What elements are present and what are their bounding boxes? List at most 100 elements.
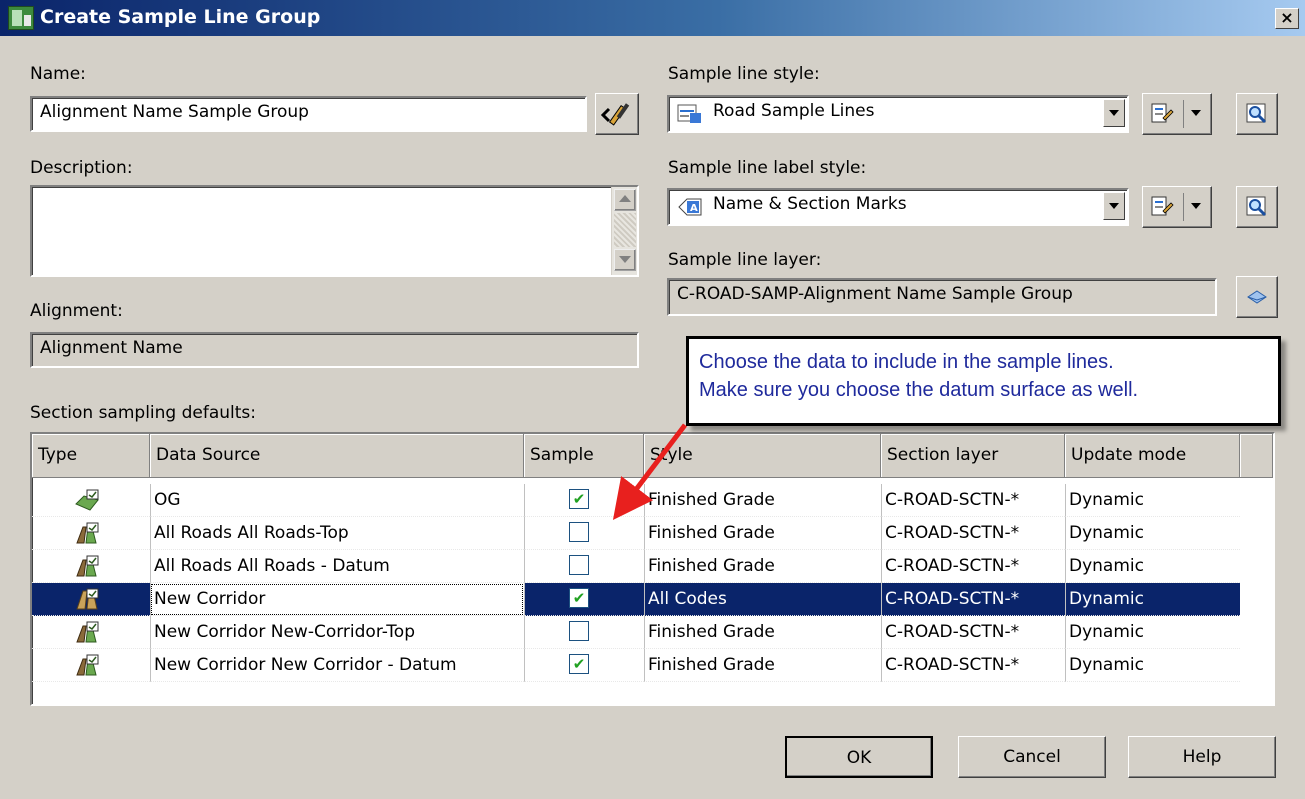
window-title: Create Sample Line Group	[40, 6, 321, 28]
sample-line-label-style-value: Name & Section Marks	[713, 194, 907, 214]
sampling-defaults-label: Section sampling defaults:	[30, 403, 257, 423]
cell-style[interactable]: All Codes	[644, 583, 881, 616]
cell-type	[32, 649, 150, 682]
sample-checkbox[interactable]: ✔	[569, 489, 589, 509]
annotation-callout: Choose the data to include in the sample…	[686, 336, 1281, 426]
table-row[interactable]: New Corridor ✔ All Codes C-ROAD-SCTN-* Dynam…	[32, 583, 1242, 616]
sample-line-style-preview-button[interactable]	[1236, 93, 1278, 135]
scroll-up-button[interactable]	[614, 189, 636, 211]
sample-line-label-style-preview-button[interactable]	[1236, 186, 1278, 228]
cell-layer[interactable]: C-ROAD-SCTN-*	[881, 550, 1065, 583]
split-divider	[1183, 193, 1184, 221]
column-header-data-source[interactable]: Data Source	[150, 434, 524, 478]
cell-source[interactable]: All Roads All Roads - Datum	[150, 550, 524, 583]
cell-style[interactable]: Finished Grade	[644, 550, 881, 583]
scroll-track[interactable]	[614, 213, 636, 247]
help-button[interactable]: Help	[1128, 736, 1276, 778]
sample-line-style-edit-button[interactable]	[1142, 93, 1212, 135]
magnifier-icon	[1246, 196, 1267, 217]
label-style-icon: A	[678, 198, 702, 216]
cell-sample[interactable]: ✔	[524, 649, 644, 682]
sample-checkbox[interactable]	[569, 555, 589, 575]
cell-source[interactable]: New Corridor New-Corridor-Top	[150, 616, 524, 649]
down-arrow-icon	[619, 256, 631, 263]
surface-icon	[75, 489, 99, 511]
cell-mode[interactable]: Dynamic	[1065, 616, 1240, 649]
description-field[interactable]	[30, 185, 639, 277]
cell-type	[32, 550, 150, 583]
app-icon	[8, 6, 34, 30]
chevron-down-icon	[1191, 106, 1201, 116]
sample-checkbox[interactable]	[569, 522, 589, 542]
style-edit-icon	[1151, 103, 1174, 123]
cell-layer[interactable]: C-ROAD-SCTN-*	[881, 649, 1065, 682]
cell-mode[interactable]: Dynamic	[1065, 484, 1240, 517]
sample-checkbox[interactable]: ✔	[569, 654, 589, 674]
sample-line-label-style-label: Sample line label style:	[668, 158, 867, 178]
alignment-label: Alignment:	[30, 301, 123, 321]
cell-sample[interactable]: ✔	[524, 583, 644, 616]
column-header-update-mode[interactable]: Update mode	[1065, 434, 1240, 478]
cell-source[interactable]: All Roads All Roads-Top	[150, 517, 524, 550]
chevron-down-icon	[1191, 199, 1201, 209]
cell-type	[32, 484, 150, 517]
callout-arrow	[612, 423, 687, 520]
cancel-button[interactable]: Cancel	[958, 736, 1106, 778]
corridor-surface-icon	[76, 621, 99, 643]
alignment-field: Alignment Name	[30, 332, 639, 368]
close-button[interactable]: ×	[1275, 8, 1299, 29]
svg-text:A: A	[690, 203, 698, 214]
name-template-button[interactable]	[595, 93, 639, 135]
table-row[interactable]: All Roads All Roads - Datum Finished Grad…	[32, 550, 1242, 583]
style-edit-icon	[1151, 196, 1174, 216]
sample-line-label-style-dropdown[interactable]: A Name & Section Marks	[667, 188, 1129, 226]
table-row[interactable]: New Corridor New-Corridor-Top Finished Gr…	[32, 616, 1242, 649]
title-bar[interactable]: Create Sample Line Group ×	[0, 0, 1305, 36]
sample-line-label-style-edit-button[interactable]	[1142, 186, 1212, 228]
cell-style[interactable]: Finished Grade	[644, 649, 881, 682]
cell-style[interactable]: Finished Grade	[644, 616, 881, 649]
name-field[interactable]: Alignment Name Sample Group	[30, 96, 587, 132]
sample-line-label-style-arrow[interactable]	[1103, 192, 1125, 220]
cell-type	[32, 616, 150, 649]
cell-layer[interactable]: C-ROAD-SCTN-*	[881, 484, 1065, 517]
cell-sample[interactable]	[524, 550, 644, 583]
sample-line-layer-field: C-ROAD-SAMP-Alignment Name Sample Group	[667, 278, 1217, 316]
sample-checkbox[interactable]: ✔	[569, 588, 589, 608]
cell-source[interactable]: OG	[150, 484, 524, 517]
pencil-icon	[600, 103, 630, 126]
split-divider	[1183, 100, 1184, 128]
cell-layer[interactable]: C-ROAD-SCTN-*	[881, 616, 1065, 649]
column-header-extra	[1240, 434, 1273, 478]
magnifier-icon	[1246, 103, 1267, 124]
corridor-icon	[76, 588, 99, 610]
cell-source[interactable]: New Corridor	[150, 583, 524, 616]
name-label: Name:	[30, 64, 86, 84]
sample-line-style-arrow[interactable]	[1103, 99, 1125, 127]
cell-layer[interactable]: C-ROAD-SCTN-*	[881, 517, 1065, 550]
cell-sample[interactable]	[524, 616, 644, 649]
cell-mode[interactable]: Dynamic	[1065, 550, 1240, 583]
sample-line-style-dropdown[interactable]: Road Sample Lines	[667, 95, 1129, 133]
sample-checkbox[interactable]	[569, 621, 589, 641]
column-header-section-layer[interactable]: Section layer	[881, 434, 1065, 478]
column-header-type[interactable]: Type	[32, 434, 150, 478]
table-row[interactable]: New Corridor New Corridor - Datum ✔ Finish…	[32, 649, 1242, 682]
cell-mode[interactable]: Dynamic	[1065, 583, 1240, 616]
cell-type	[32, 583, 150, 616]
cell-mode[interactable]: Dynamic	[1065, 517, 1240, 550]
chevron-down-icon	[1109, 203, 1119, 209]
description-scrollbar[interactable]	[611, 187, 637, 275]
sample-line-layer-label: Sample line layer:	[668, 250, 822, 270]
scroll-down-button[interactable]	[614, 249, 636, 271]
corridor-surface-icon	[76, 522, 99, 544]
cell-mode[interactable]: Dynamic	[1065, 649, 1240, 682]
cell-layer[interactable]: C-ROAD-SCTN-*	[881, 583, 1065, 616]
cell-source[interactable]: New Corridor New Corridor - Datum	[150, 649, 524, 682]
cell-type	[32, 517, 150, 550]
layer-select-button[interactable]	[1236, 276, 1278, 318]
corridor-surface-icon	[76, 555, 99, 577]
ok-button[interactable]: OK	[785, 736, 933, 778]
sample-line-style-value: Road Sample Lines	[713, 101, 875, 121]
up-arrow-icon	[619, 195, 631, 202]
